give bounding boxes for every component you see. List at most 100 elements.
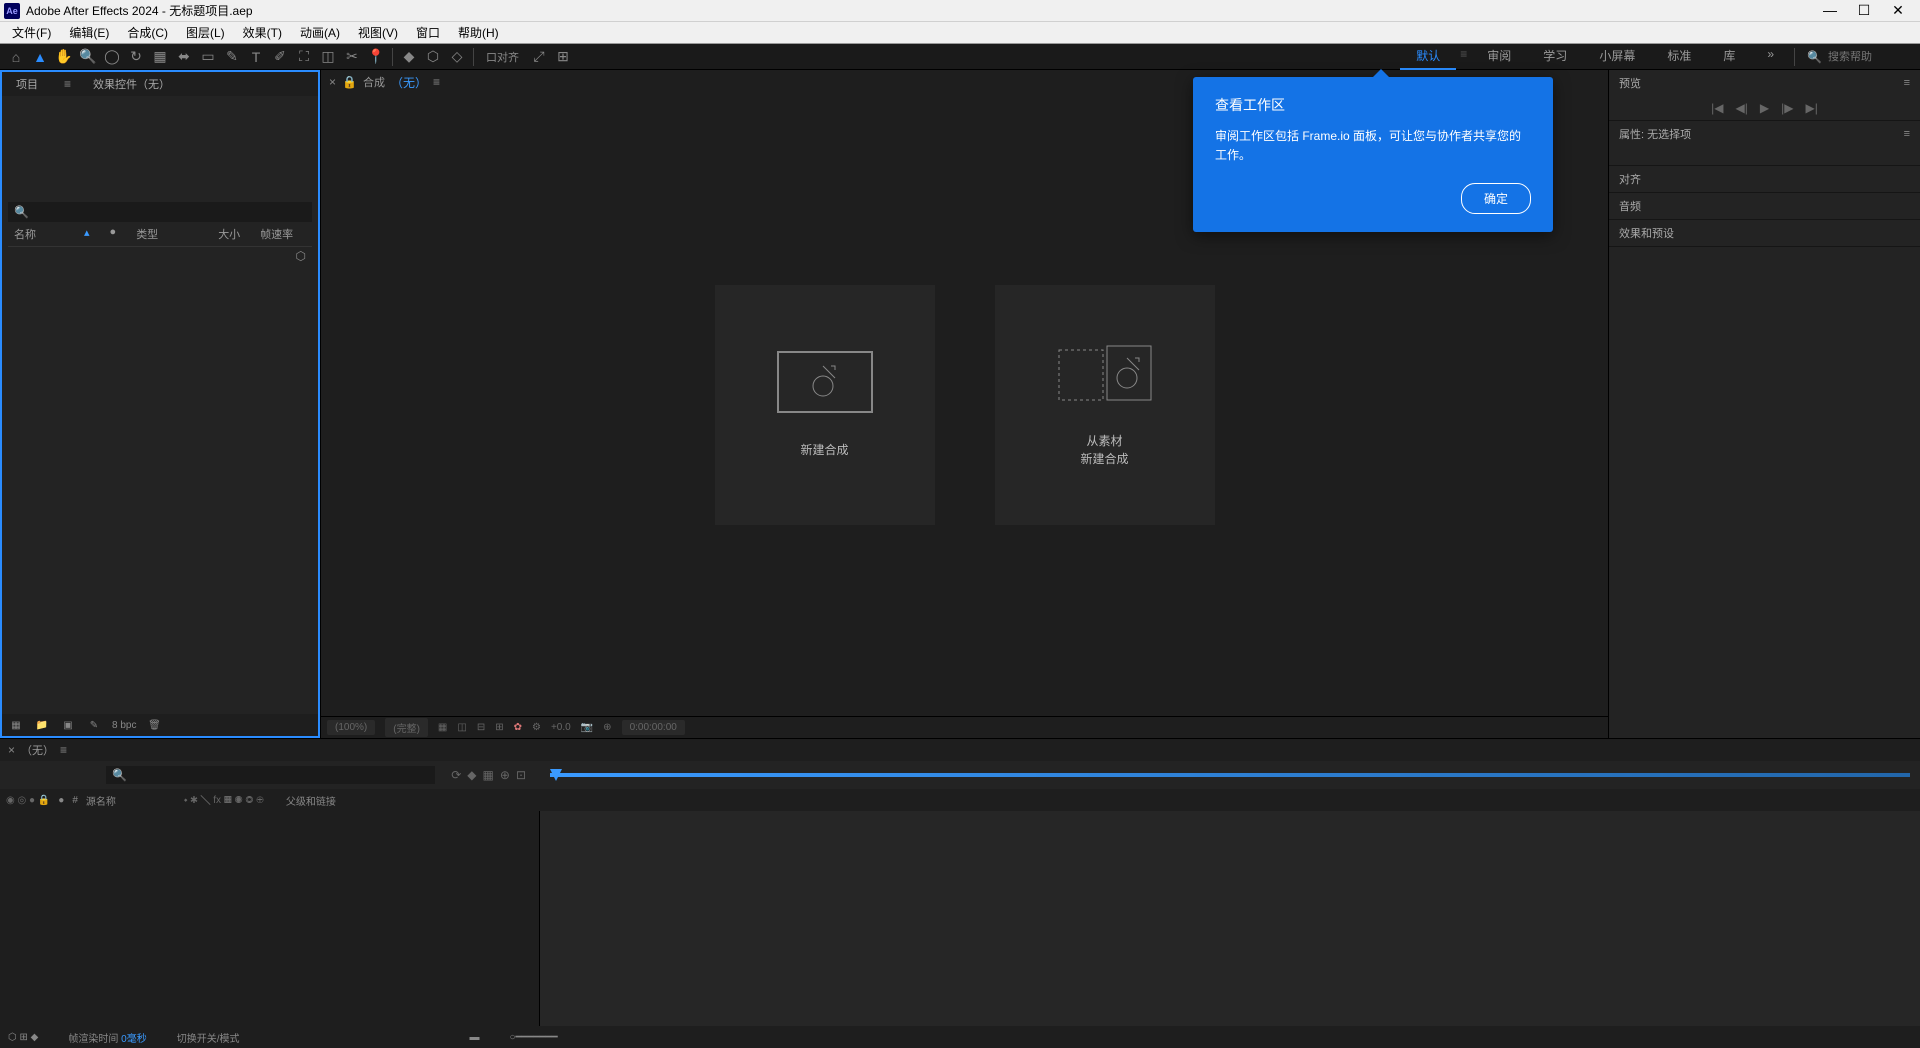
comp-icon[interactable]: ▣ bbox=[60, 720, 76, 731]
properties-header[interactable]: 属性: 无选择项≡ bbox=[1609, 121, 1920, 147]
tl-icon[interactable]: ◆ bbox=[467, 768, 476, 782]
comp-tab-menu[interactable]: ≡ bbox=[433, 75, 440, 89]
tl-tab-menu[interactable]: ≡ bbox=[60, 743, 67, 757]
help-search[interactable]: 🔍 bbox=[1799, 50, 1916, 64]
menu-animation[interactable]: 动画(A) bbox=[292, 22, 348, 43]
project-menu-icon[interactable]: ≡ bbox=[64, 77, 71, 91]
layer-switches[interactable]: ⬩ ✱ ╲ fx ▦ ◉ ◎ ⊕ bbox=[184, 795, 264, 806]
tl-icon[interactable]: ⟳ bbox=[451, 768, 461, 782]
project-search[interactable]: 🔍 bbox=[8, 202, 312, 222]
menu-file[interactable]: 文件(F) bbox=[4, 22, 59, 43]
home-button[interactable]: ⌂ bbox=[5, 46, 27, 68]
vf-icon[interactable]: ⊞ bbox=[495, 722, 503, 733]
panel-menu-icon[interactable]: ≡ bbox=[1904, 128, 1910, 140]
shape-tool[interactable]: ▭ bbox=[197, 46, 219, 68]
ws-learn[interactable]: 学习 bbox=[1527, 43, 1583, 70]
first-frame-icon[interactable]: |◀ bbox=[1711, 101, 1723, 115]
interpret-icon[interactable]: ▦ bbox=[8, 720, 24, 731]
menu-layer[interactable]: 图层(L) bbox=[178, 22, 233, 43]
vf-icon[interactable]: 📷 bbox=[581, 722, 593, 733]
type-tool[interactable]: T bbox=[245, 46, 267, 68]
tool-extra2[interactable]: ⬡ bbox=[422, 46, 444, 68]
menu-view[interactable]: 视图(V) bbox=[350, 22, 406, 43]
new-comp-from-footage-card[interactable]: 从素材新建合成 bbox=[995, 285, 1215, 525]
index-col[interactable]: # bbox=[72, 795, 78, 806]
selection-tool[interactable]: ▲ bbox=[29, 46, 51, 68]
play-icon[interactable]: ▶ bbox=[1760, 101, 1769, 115]
col-name[interactable]: 名称 bbox=[14, 226, 36, 242]
timeline-tracks[interactable] bbox=[540, 811, 1920, 1026]
tool-extra3[interactable]: ◇ bbox=[446, 46, 468, 68]
zoom-tool[interactable]: 🔍 bbox=[77, 46, 99, 68]
menu-edit[interactable]: 编辑(E) bbox=[61, 22, 117, 43]
snap-icon[interactable]: ⤢ bbox=[528, 46, 550, 68]
vf-icon[interactable]: ◫ bbox=[457, 722, 466, 733]
adjust-icon[interactable]: ✎ bbox=[86, 720, 102, 731]
folder-icon[interactable]: 📁 bbox=[34, 720, 50, 731]
timeline-layers[interactable] bbox=[0, 811, 540, 1026]
resolution-select[interactable]: (完整) bbox=[385, 718, 428, 737]
brush-tool[interactable]: ✐ bbox=[269, 46, 291, 68]
snap-icon2[interactable]: ⊞ bbox=[552, 46, 574, 68]
exposure[interactable]: +0.0 bbox=[551, 722, 571, 733]
tl-tab-close[interactable]: × bbox=[8, 743, 15, 757]
menu-composition[interactable]: 合成(C) bbox=[119, 22, 176, 43]
tl-tab[interactable]: （无） bbox=[21, 742, 54, 758]
trash-icon[interactable]: 🗑 bbox=[146, 720, 162, 731]
popup-ok-button[interactable]: 确定 bbox=[1461, 183, 1531, 214]
effects-presets-header[interactable]: 效果和预设 bbox=[1609, 220, 1920, 246]
col-size[interactable]: 大小 bbox=[218, 226, 240, 242]
toggle-switches[interactable]: 切换开关/模式 bbox=[177, 1030, 240, 1045]
clone-tool[interactable]: ⛶ bbox=[293, 46, 315, 68]
menu-window[interactable]: 窗口 bbox=[408, 22, 448, 43]
tl-icon[interactable]: ⊕ bbox=[500, 768, 510, 782]
audio-header[interactable]: 音频 bbox=[1609, 193, 1920, 219]
puppet-tool[interactable]: 📍 bbox=[365, 46, 387, 68]
hand-tool[interactable]: ✋ bbox=[53, 46, 75, 68]
tab-project[interactable]: 项目 bbox=[10, 72, 44, 97]
pan-behind-tool[interactable]: ⬌ bbox=[173, 46, 195, 68]
ws-standard[interactable]: 标准 bbox=[1651, 43, 1707, 70]
panel-menu-icon[interactable]: ≡ bbox=[1904, 77, 1910, 89]
col-fps[interactable]: 帧速率 bbox=[260, 226, 293, 242]
av-switches[interactable]: ◉ ◎ ● 🔒 bbox=[6, 795, 50, 806]
tool-extra1[interactable]: ◆ bbox=[398, 46, 420, 68]
close-button[interactable]: ✕ bbox=[1890, 2, 1906, 19]
tl-footer-icons[interactable]: ⬡ ⊞ ◆ bbox=[8, 1032, 38, 1043]
last-frame-icon[interactable]: ▶| bbox=[1805, 101, 1817, 115]
timeline-ruler[interactable] bbox=[550, 773, 1910, 777]
vf-icon[interactable]: ⊕ bbox=[603, 722, 611, 733]
vf-icon[interactable]: ▦ bbox=[438, 722, 447, 733]
ws-review[interactable]: 审阅 bbox=[1471, 43, 1527, 70]
minimize-button[interactable]: — bbox=[1822, 2, 1838, 19]
eraser-tool[interactable]: ◫ bbox=[317, 46, 339, 68]
ws-menu-icon[interactable]: ≡ bbox=[1456, 43, 1471, 70]
camera-tool[interactable]: ▦ bbox=[149, 46, 171, 68]
ws-small[interactable]: 小屏幕 bbox=[1583, 43, 1651, 70]
comp-tab-close[interactable]: × bbox=[329, 75, 336, 89]
align-header[interactable]: 对齐 bbox=[1609, 166, 1920, 192]
maximize-button[interactable]: ☐ bbox=[1856, 2, 1872, 19]
tab-effect-controls[interactable]: 效果控件（无） bbox=[87, 72, 176, 96]
timecode[interactable]: 0:00:00:00 bbox=[622, 720, 685, 735]
roto-tool[interactable]: ✂ bbox=[341, 46, 363, 68]
preview-header[interactable]: 预览≡ bbox=[1609, 70, 1920, 96]
parent-col[interactable]: 父级和链接 bbox=[286, 793, 336, 808]
pen-tool[interactable]: ✎ bbox=[221, 46, 243, 68]
help-search-input[interactable] bbox=[1828, 51, 1908, 63]
snap-toggle[interactable]: 口对齐 bbox=[478, 49, 527, 65]
sort-icon[interactable]: ▴ bbox=[84, 226, 90, 242]
comp-tab-lock[interactable]: 🔒 bbox=[342, 75, 357, 89]
playhead[interactable] bbox=[550, 769, 562, 781]
source-name-col[interactable]: 源名称 bbox=[86, 793, 116, 808]
orbit-tool[interactable]: ◯ bbox=[101, 46, 123, 68]
ws-default[interactable]: 默认 bbox=[1400, 43, 1456, 70]
ws-more[interactable]: » bbox=[1751, 43, 1790, 70]
flowchart-icon[interactable]: ⬡ bbox=[8, 247, 312, 265]
zoom-out-icon[interactable]: ▬ bbox=[469, 1032, 479, 1043]
col-type[interactable]: 类型 bbox=[136, 226, 158, 242]
new-composition-card[interactable]: 新建合成 bbox=[715, 285, 935, 525]
vf-icon[interactable]: ⚙ bbox=[532, 722, 541, 733]
zoom-slider[interactable]: ○━━━━━━━ bbox=[509, 1032, 557, 1043]
ws-library[interactable]: 库 bbox=[1707, 43, 1751, 70]
